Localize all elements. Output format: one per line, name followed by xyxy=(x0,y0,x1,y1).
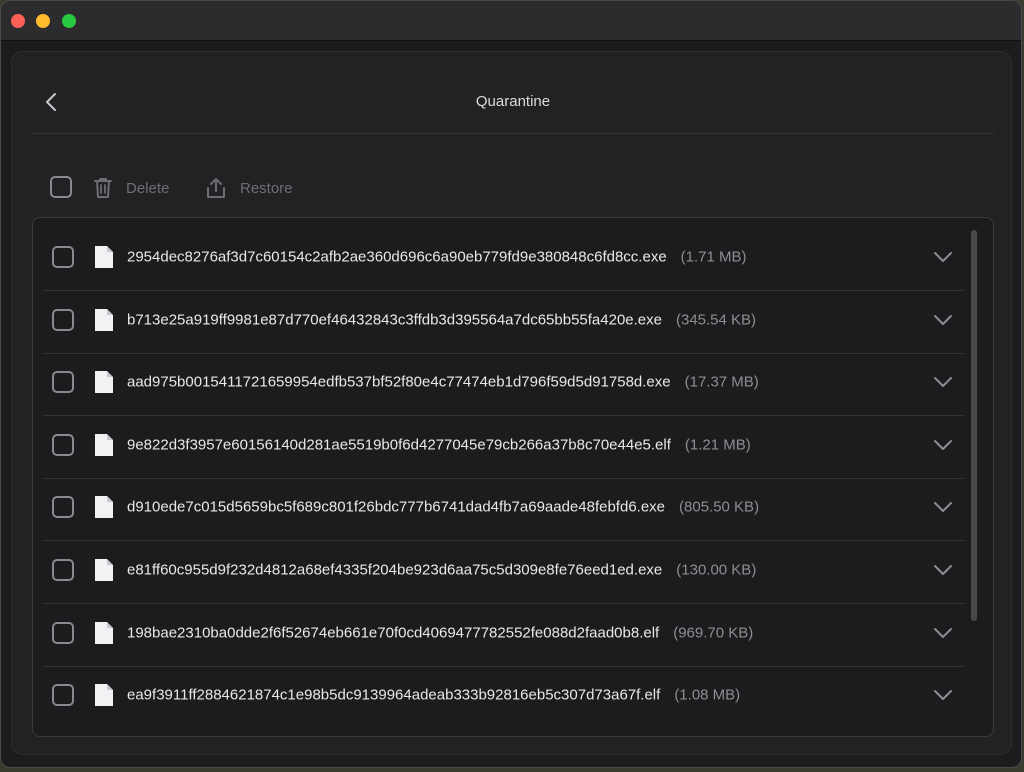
list-scrollbar[interactable] xyxy=(971,230,977,621)
chevron-down-icon[interactable] xyxy=(933,688,953,702)
file-row[interactable]: ea9f3911ff2884621874c1e98b5dc9139964adea… xyxy=(43,666,964,729)
file-row[interactable]: aad975b0015411721659954edfb537bf52f80e4c… xyxy=(43,353,964,417)
maximize-window-button[interactable] xyxy=(62,14,76,28)
file-row[interactable]: 198bae2310ba0dde2f6f52674eb661e70f0cd406… xyxy=(43,604,964,667)
file-size: (805.50 KB) xyxy=(679,498,760,516)
document-icon xyxy=(95,621,113,644)
file-row[interactable]: b713e25a919ff9981e87d770ef46432843c3ffdb… xyxy=(43,291,964,354)
minimize-window-button[interactable] xyxy=(36,14,50,28)
file-size: (345.54 KB) xyxy=(675,311,757,329)
file-size: (1.71 MB) xyxy=(680,248,747,266)
restore-label: Restore xyxy=(240,179,293,197)
document-icon xyxy=(95,684,113,707)
file-name: ea9f3911ff2884621874c1e98b5dc9139964adea… xyxy=(127,686,661,704)
restore-button[interactable]: Restore xyxy=(204,174,293,202)
chevron-down-icon[interactable] xyxy=(933,563,953,577)
file-name: d910ede7c015d5659bc5f689c801f26bdc777b67… xyxy=(127,498,666,516)
file-checkbox[interactable] xyxy=(52,433,74,456)
file-size: (130.00 KB) xyxy=(676,561,757,579)
file-name: e81ff60c955d9f232d4812a68ef4335f204be923… xyxy=(127,561,663,579)
document-icon xyxy=(95,308,113,331)
page-title: Quarantine xyxy=(475,93,551,110)
trash-icon xyxy=(94,178,112,198)
file-checkbox[interactable] xyxy=(52,246,74,268)
file-checkbox[interactable] xyxy=(52,684,74,707)
file-checkbox[interactable] xyxy=(52,371,74,394)
delete-label: Delete xyxy=(126,179,170,197)
close-window-button[interactable] xyxy=(11,14,25,28)
page-header: Quarantine xyxy=(32,52,994,134)
file-size: (969.70 KB) xyxy=(673,624,754,642)
upload-icon xyxy=(207,178,225,198)
quarantine-panel: Quarantine Delete Restore 2954dec8276af3… xyxy=(11,51,1012,755)
document-icon xyxy=(95,246,113,268)
file-checkbox[interactable] xyxy=(52,496,74,519)
document-icon xyxy=(95,496,113,519)
chevron-down-icon[interactable] xyxy=(933,250,953,264)
chevron-down-icon[interactable] xyxy=(933,438,953,452)
file-name: 198bae2310ba0dde2f6f52674eb661e70f0cd406… xyxy=(127,624,660,642)
file-row[interactable]: 9e822d3f3957e60156140d281ae5519b0f6d4277… xyxy=(43,416,964,479)
file-name: b713e25a919ff9981e87d770ef46432843c3ffdb… xyxy=(127,311,662,329)
file-row[interactable]: d910ede7c015d5659bc5f689c801f26bdc777b67… xyxy=(43,478,964,542)
file-size: (1.21 MB) xyxy=(684,436,751,454)
app-window: Quarantine Delete Restore 2954dec8276af3… xyxy=(0,0,1022,768)
file-name: 9e822d3f3957e60156140d281ae5519b0f6d4277… xyxy=(127,436,671,454)
file-size: (1.08 MB) xyxy=(674,686,741,704)
chevron-down-icon[interactable] xyxy=(933,375,953,389)
file-row[interactable]: 2954dec8276af3d7c60154c2afb2ae360d696c6a… xyxy=(43,228,964,291)
file-name: 2954dec8276af3d7c60154c2afb2ae360d696c6a… xyxy=(127,248,667,266)
file-row[interactable]: e81ff60c955d9f232d4812a68ef4335f204be923… xyxy=(43,541,964,604)
delete-button[interactable]: Delete xyxy=(92,174,169,202)
title-bar xyxy=(1,1,1021,41)
document-icon xyxy=(95,371,113,394)
file-size: (17.37 MB) xyxy=(684,373,759,391)
file-checkbox[interactable] xyxy=(52,621,74,644)
chevron-down-icon[interactable] xyxy=(933,626,953,640)
document-icon xyxy=(95,433,113,456)
file-checkbox[interactable] xyxy=(52,308,74,331)
document-icon xyxy=(95,559,113,581)
quarantine-file-list: 2954dec8276af3d7c60154c2afb2ae360d696c6a… xyxy=(32,217,994,737)
chevron-down-icon[interactable] xyxy=(933,500,953,514)
file-checkbox[interactable] xyxy=(52,559,74,581)
toolbar: Delete Restore xyxy=(50,174,550,204)
chevron-down-icon[interactable] xyxy=(933,313,953,327)
select-all-checkbox[interactable] xyxy=(50,176,72,198)
file-name: aad975b0015411721659954edfb537bf52f80e4c… xyxy=(127,373,671,391)
